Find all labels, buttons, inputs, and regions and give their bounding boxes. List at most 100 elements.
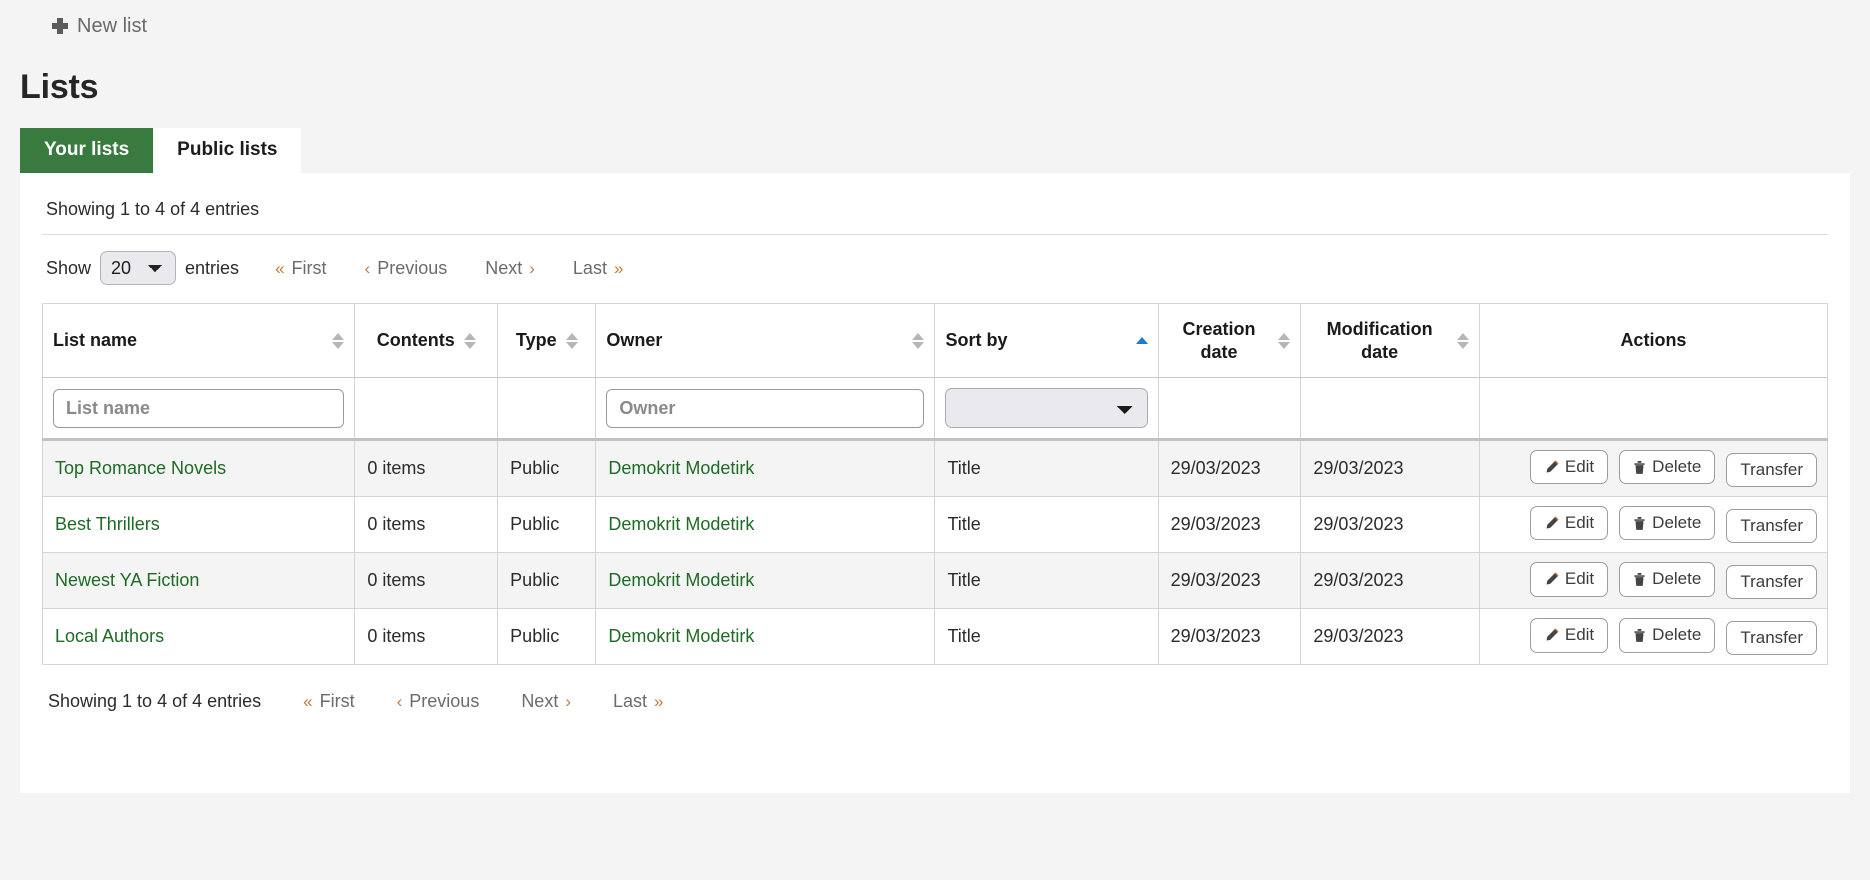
cell-list-name: Best Thrillers — [43, 497, 355, 553]
new-list-button[interactable]: New list — [46, 12, 153, 40]
edit-button[interactable]: Edit — [1530, 618, 1608, 652]
trash-icon — [1633, 572, 1646, 587]
cell-list-name: Local Authors — [43, 609, 355, 665]
sort-icon-modification-date — [1457, 333, 1469, 349]
cell-modification-date: 29/03/2023 — [1301, 553, 1480, 609]
column-header-modification-date[interactable]: Modification date — [1301, 304, 1480, 378]
owner-link[interactable]: Demokrit Modetirk — [608, 458, 754, 478]
cell-actions: Edit Delete Transfer — [1479, 553, 1827, 609]
list-name-link[interactable]: Top Romance Novels — [55, 458, 226, 478]
delete-label: Delete — [1652, 625, 1701, 645]
column-label-list-name: List name — [53, 329, 137, 352]
table-controls: Show 20 entries « First ‹ Previous Next … — [42, 235, 1828, 303]
filter-input-list-name[interactable] — [53, 389, 344, 428]
sort-icon-creation-date — [1278, 333, 1290, 349]
show-label: Show — [46, 258, 91, 279]
tab-your-lists[interactable]: Your lists — [20, 128, 153, 173]
left-chevron-icon: ‹ — [365, 260, 371, 277]
column-header-contents[interactable]: Contents — [355, 304, 498, 378]
delete-label: Delete — [1652, 569, 1701, 589]
filter-cell-modification-date — [1301, 378, 1480, 440]
cell-creation-date: 29/03/2023 — [1158, 609, 1301, 665]
transfer-button[interactable]: Transfer — [1726, 565, 1817, 599]
transfer-button[interactable]: Transfer — [1726, 453, 1817, 487]
owner-link[interactable]: Demokrit Modetirk — [608, 514, 754, 534]
owner-link[interactable]: Demokrit Modetirk — [608, 626, 754, 646]
edit-label: Edit — [1565, 457, 1594, 477]
edit-button[interactable]: Edit — [1530, 450, 1608, 484]
edit-button[interactable]: Edit — [1530, 506, 1608, 540]
double-left-chevron-icon: « — [275, 260, 284, 277]
table-row: Local Authors 0 items Public Demokrit Mo… — [43, 609, 1828, 665]
edit-label: Edit — [1565, 513, 1594, 533]
pagination-previous[interactable]: ‹ Previous — [359, 254, 454, 283]
edit-label: Edit — [1565, 569, 1594, 589]
list-name-link[interactable]: Local Authors — [55, 626, 164, 646]
pencil-icon — [1544, 572, 1559, 587]
pagination-next[interactable]: Next › — [515, 687, 577, 716]
cell-type: Public — [498, 609, 596, 665]
pagination-last-label: Last — [573, 258, 607, 279]
tab-public-lists[interactable]: Public lists — [153, 128, 301, 173]
pagination-next-label: Next — [521, 691, 558, 712]
pagination-previous-label: Previous — [377, 258, 447, 279]
delete-label: Delete — [1652, 457, 1701, 477]
cell-modification-date: 29/03/2023 — [1301, 497, 1480, 553]
transfer-button[interactable]: Transfer — [1726, 621, 1817, 655]
sort-icon-owner — [912, 333, 924, 349]
table-row: Newest YA Fiction 0 items Public Demokri… — [43, 553, 1828, 609]
entries-label: entries — [185, 258, 239, 279]
table-info-top: Showing 1 to 4 of 4 entries — [42, 199, 1828, 235]
trash-icon — [1633, 460, 1646, 475]
delete-label: Delete — [1652, 513, 1701, 533]
table-row: Top Romance Novels 0 items Public Demokr… — [43, 440, 1828, 497]
plus-icon — [52, 18, 68, 34]
cell-modification-date: 29/03/2023 — [1301, 440, 1480, 497]
edit-button[interactable]: Edit — [1530, 562, 1608, 596]
cell-list-name: Newest YA Fiction — [43, 553, 355, 609]
column-header-type[interactable]: Type — [498, 304, 596, 378]
double-right-chevron-icon: » — [654, 693, 663, 710]
transfer-label: Transfer — [1740, 628, 1803, 648]
pagination-next[interactable]: Next › — [479, 254, 541, 283]
list-name-link[interactable]: Newest YA Fiction — [55, 570, 199, 590]
column-header-creation-date[interactable]: Creation date — [1158, 304, 1301, 378]
filter-input-owner[interactable] — [606, 389, 924, 428]
pagination-last[interactable]: Last » — [567, 254, 630, 283]
left-chevron-icon: ‹ — [397, 693, 403, 710]
page-title: Lists — [20, 68, 1870, 107]
pencil-icon — [1544, 516, 1559, 531]
column-header-owner[interactable]: Owner — [596, 304, 935, 378]
filter-cell-list-name — [43, 378, 355, 440]
filter-cell-actions — [1479, 378, 1827, 440]
column-label-contents: Contents — [377, 329, 455, 352]
sort-icon-list-name — [332, 333, 344, 349]
filter-select-sort-by[interactable] — [945, 388, 1147, 428]
pencil-icon — [1544, 628, 1559, 643]
column-header-sort-by[interactable]: Sort by — [935, 304, 1158, 378]
pagination-first[interactable]: « First — [297, 687, 360, 716]
column-header-actions: Actions — [1479, 304, 1827, 378]
delete-button[interactable]: Delete — [1619, 450, 1715, 484]
list-name-link[interactable]: Best Thrillers — [55, 514, 160, 534]
trash-icon — [1633, 628, 1646, 643]
owner-link[interactable]: Demokrit Modetirk — [608, 570, 754, 590]
pagination-first[interactable]: « First — [269, 254, 332, 283]
pagination-previous[interactable]: ‹ Previous — [391, 687, 486, 716]
entries-length-select[interactable]: 20 — [100, 251, 176, 285]
transfer-button[interactable]: Transfer — [1726, 509, 1817, 543]
cell-actions: Edit Delete Transfer — [1479, 609, 1827, 665]
trash-icon — [1633, 516, 1646, 531]
pagination-last[interactable]: Last » — [607, 687, 670, 716]
column-label-type: Type — [516, 329, 557, 352]
delete-button[interactable]: Delete — [1619, 618, 1715, 652]
pagination-first-label: First — [292, 258, 327, 279]
cell-sort-by: Title — [935, 609, 1158, 665]
lists-table-body: Top Romance Novels 0 items Public Demokr… — [43, 440, 1828, 665]
delete-button[interactable]: Delete — [1619, 506, 1715, 540]
tab-bar: Your lists Public lists — [20, 129, 1870, 173]
cell-sort-by: Title — [935, 440, 1158, 497]
column-header-list-name[interactable]: List name — [43, 304, 355, 378]
pagination-next-label: Next — [485, 258, 522, 279]
delete-button[interactable]: Delete — [1619, 562, 1715, 596]
